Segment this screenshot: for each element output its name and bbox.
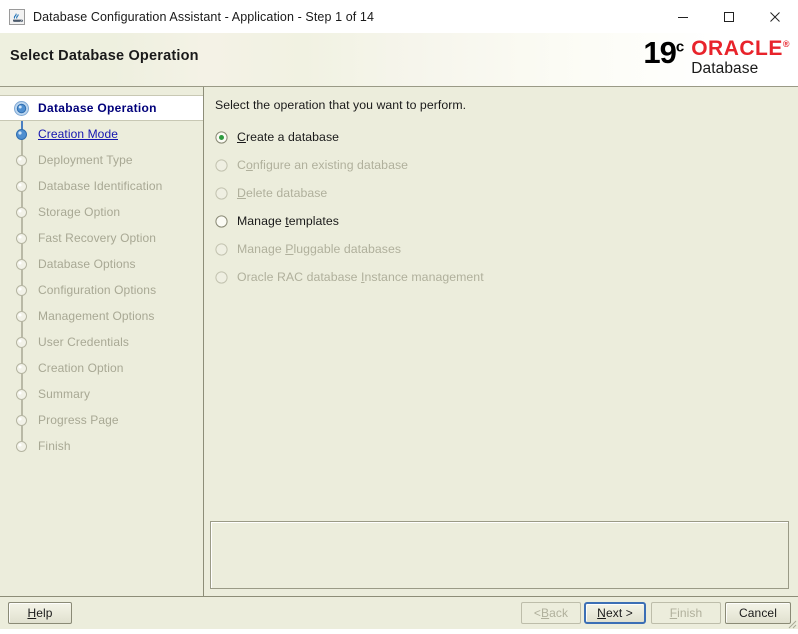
sidebar-step-database-operation[interactable]: Database Operation <box>0 95 203 121</box>
step-marker-icon <box>14 231 29 246</box>
body-area: Database Operation Creation Mode Deploymen… <box>0 87 798 596</box>
back-button: < Back <box>521 602 581 624</box>
operation-prompt: Select the operation that you want to pe… <box>215 98 467 112</box>
sidebar-step-label: Summary <box>38 387 91 401</box>
message-panel <box>210 521 789 589</box>
radio-button-icon <box>215 242 228 256</box>
step-marker-icon <box>14 100 29 116</box>
radio-option-label: Manage Pluggable databases <box>237 242 402 256</box>
step-list: Database Operation Creation Mode Deploymen… <box>0 95 203 459</box>
radio-option-label: Configure an existing database <box>237 158 409 172</box>
sidebar-step-database-options: Database Options <box>0 251 203 277</box>
page-header: Select Database Operation 19c ORACLE® Da… <box>0 33 798 87</box>
sidebar-step-finish: Finish <box>0 433 203 459</box>
operation-radio-group[interactable]: Create a database Configure an existing d… <box>215 123 788 291</box>
logo-brand: ORACLE® <box>691 38 790 60</box>
logo-brand-text: ORACLE <box>691 37 783 60</box>
radio-option-manage-templates[interactable]: Manage templates <box>215 207 788 235</box>
logo-wordmark: ORACLE® Database <box>691 38 790 78</box>
sidebar-step-configuration-options: Configuration Options <box>0 277 203 303</box>
step-sidebar: Database Operation Creation Mode Deploymen… <box>0 87 204 596</box>
step-marker-icon <box>14 335 29 350</box>
sidebar-step-label: Configuration Options <box>38 283 157 297</box>
sidebar-step-label: Database Operation <box>38 101 157 115</box>
cancel-button[interactable]: Cancel <box>725 602 791 624</box>
sidebar-step-summary: Summary <box>0 381 203 407</box>
step-marker-icon <box>14 257 29 272</box>
step-marker-icon <box>14 179 29 194</box>
title-bar: Database Configuration Assistant - Appli… <box>0 0 798 33</box>
sidebar-step-label: User Credentials <box>38 335 129 349</box>
radio-option-create-a-database[interactable]: Create a database <box>215 123 788 151</box>
sidebar-step-label: Database Identification <box>38 179 163 193</box>
sidebar-step-label: Deployment Type <box>38 153 133 167</box>
java-app-icon <box>9 8 25 25</box>
resize-grip[interactable] <box>785 616 797 629</box>
radio-button-icon <box>215 186 228 200</box>
step-marker-icon <box>14 413 29 428</box>
close-icon[interactable] <box>752 0 798 33</box>
step-marker-icon <box>14 153 29 168</box>
sidebar-step-user-credentials: User Credentials <box>0 329 203 355</box>
sidebar-step-creation-mode[interactable]: Creation Mode <box>0 121 203 147</box>
step-marker-icon <box>14 387 29 402</box>
sidebar-step-label: Database Options <box>38 257 136 271</box>
window-title: Database Configuration Assistant - Appli… <box>33 9 375 24</box>
sidebar-step-creation-option: Creation Option <box>0 355 203 381</box>
oracle-database-logo: 19c ORACLE® Database <box>643 37 790 77</box>
step-marker-icon <box>14 127 29 142</box>
sidebar-step-fast-recovery-option: Fast Recovery Option <box>0 225 203 251</box>
radio-option-manage-pluggable-databases: Manage Pluggable databases <box>215 235 788 263</box>
radio-option-label: Oracle RAC database Instance management <box>237 270 484 284</box>
page-title: Select Database Operation <box>10 48 199 64</box>
logo-version-suffix: c <box>675 38 685 56</box>
step-marker-icon <box>14 361 29 376</box>
radio-option-configure-an-existing-database: Configure an existing database <box>215 151 788 179</box>
window-controls <box>660 0 798 33</box>
logo-version: 19c <box>643 37 684 68</box>
content-pane: Select the operation that you want to pe… <box>204 87 798 596</box>
minimize-icon[interactable] <box>660 0 706 33</box>
sidebar-step-management-options: Management Options <box>0 303 203 329</box>
help-button[interactable]: Help <box>8 602 72 624</box>
sidebar-step-label: Progress Page <box>38 413 119 427</box>
radio-option-delete-database: Delete database <box>215 179 788 207</box>
sidebar-step-label: Management Options <box>38 309 155 323</box>
finish-button: Finish <box>651 602 721 624</box>
sidebar-step-deployment-type: Deployment Type <box>0 147 203 173</box>
button-bar: Help < Back Next > Finish Cancel <box>0 596 798 629</box>
sidebar-step-label: Storage Option <box>38 205 121 219</box>
radio-option-label: Manage templates <box>237 214 339 228</box>
radio-option-label: Create a database <box>237 130 340 144</box>
sidebar-step-label: Finish <box>38 439 71 453</box>
radio-option-label: Delete database <box>237 186 328 200</box>
sidebar-step-label: Creation Option <box>38 361 124 375</box>
sidebar-step-database-identification: Database Identification <box>0 173 203 199</box>
radio-button-icon <box>215 158 228 172</box>
logo-product: Database <box>691 60 759 77</box>
logo-registered-icon: ® <box>782 39 790 49</box>
radio-button-icon[interactable] <box>215 214 228 228</box>
sidebar-step-storage-option: Storage Option <box>0 199 203 225</box>
step-marker-icon <box>14 439 29 454</box>
logo-version-number: 19 <box>643 35 676 70</box>
sidebar-step-label: Fast Recovery Option <box>38 231 157 245</box>
sidebar-step-label: Creation Mode <box>38 127 119 141</box>
radio-option-oracle-rac-database-instance-management: Oracle RAC database Instance management <box>215 263 788 291</box>
radio-button-icon <box>215 270 228 284</box>
step-marker-icon <box>14 309 29 324</box>
dbca-window: Database Configuration Assistant - Appli… <box>0 0 798 629</box>
step-marker-icon <box>14 205 29 220</box>
step-marker-icon <box>14 283 29 298</box>
radio-button-icon[interactable] <box>215 130 228 144</box>
sidebar-step-progress-page: Progress Page <box>0 407 203 433</box>
maximize-icon[interactable] <box>706 0 752 33</box>
next-button[interactable]: Next > <box>584 602 646 624</box>
